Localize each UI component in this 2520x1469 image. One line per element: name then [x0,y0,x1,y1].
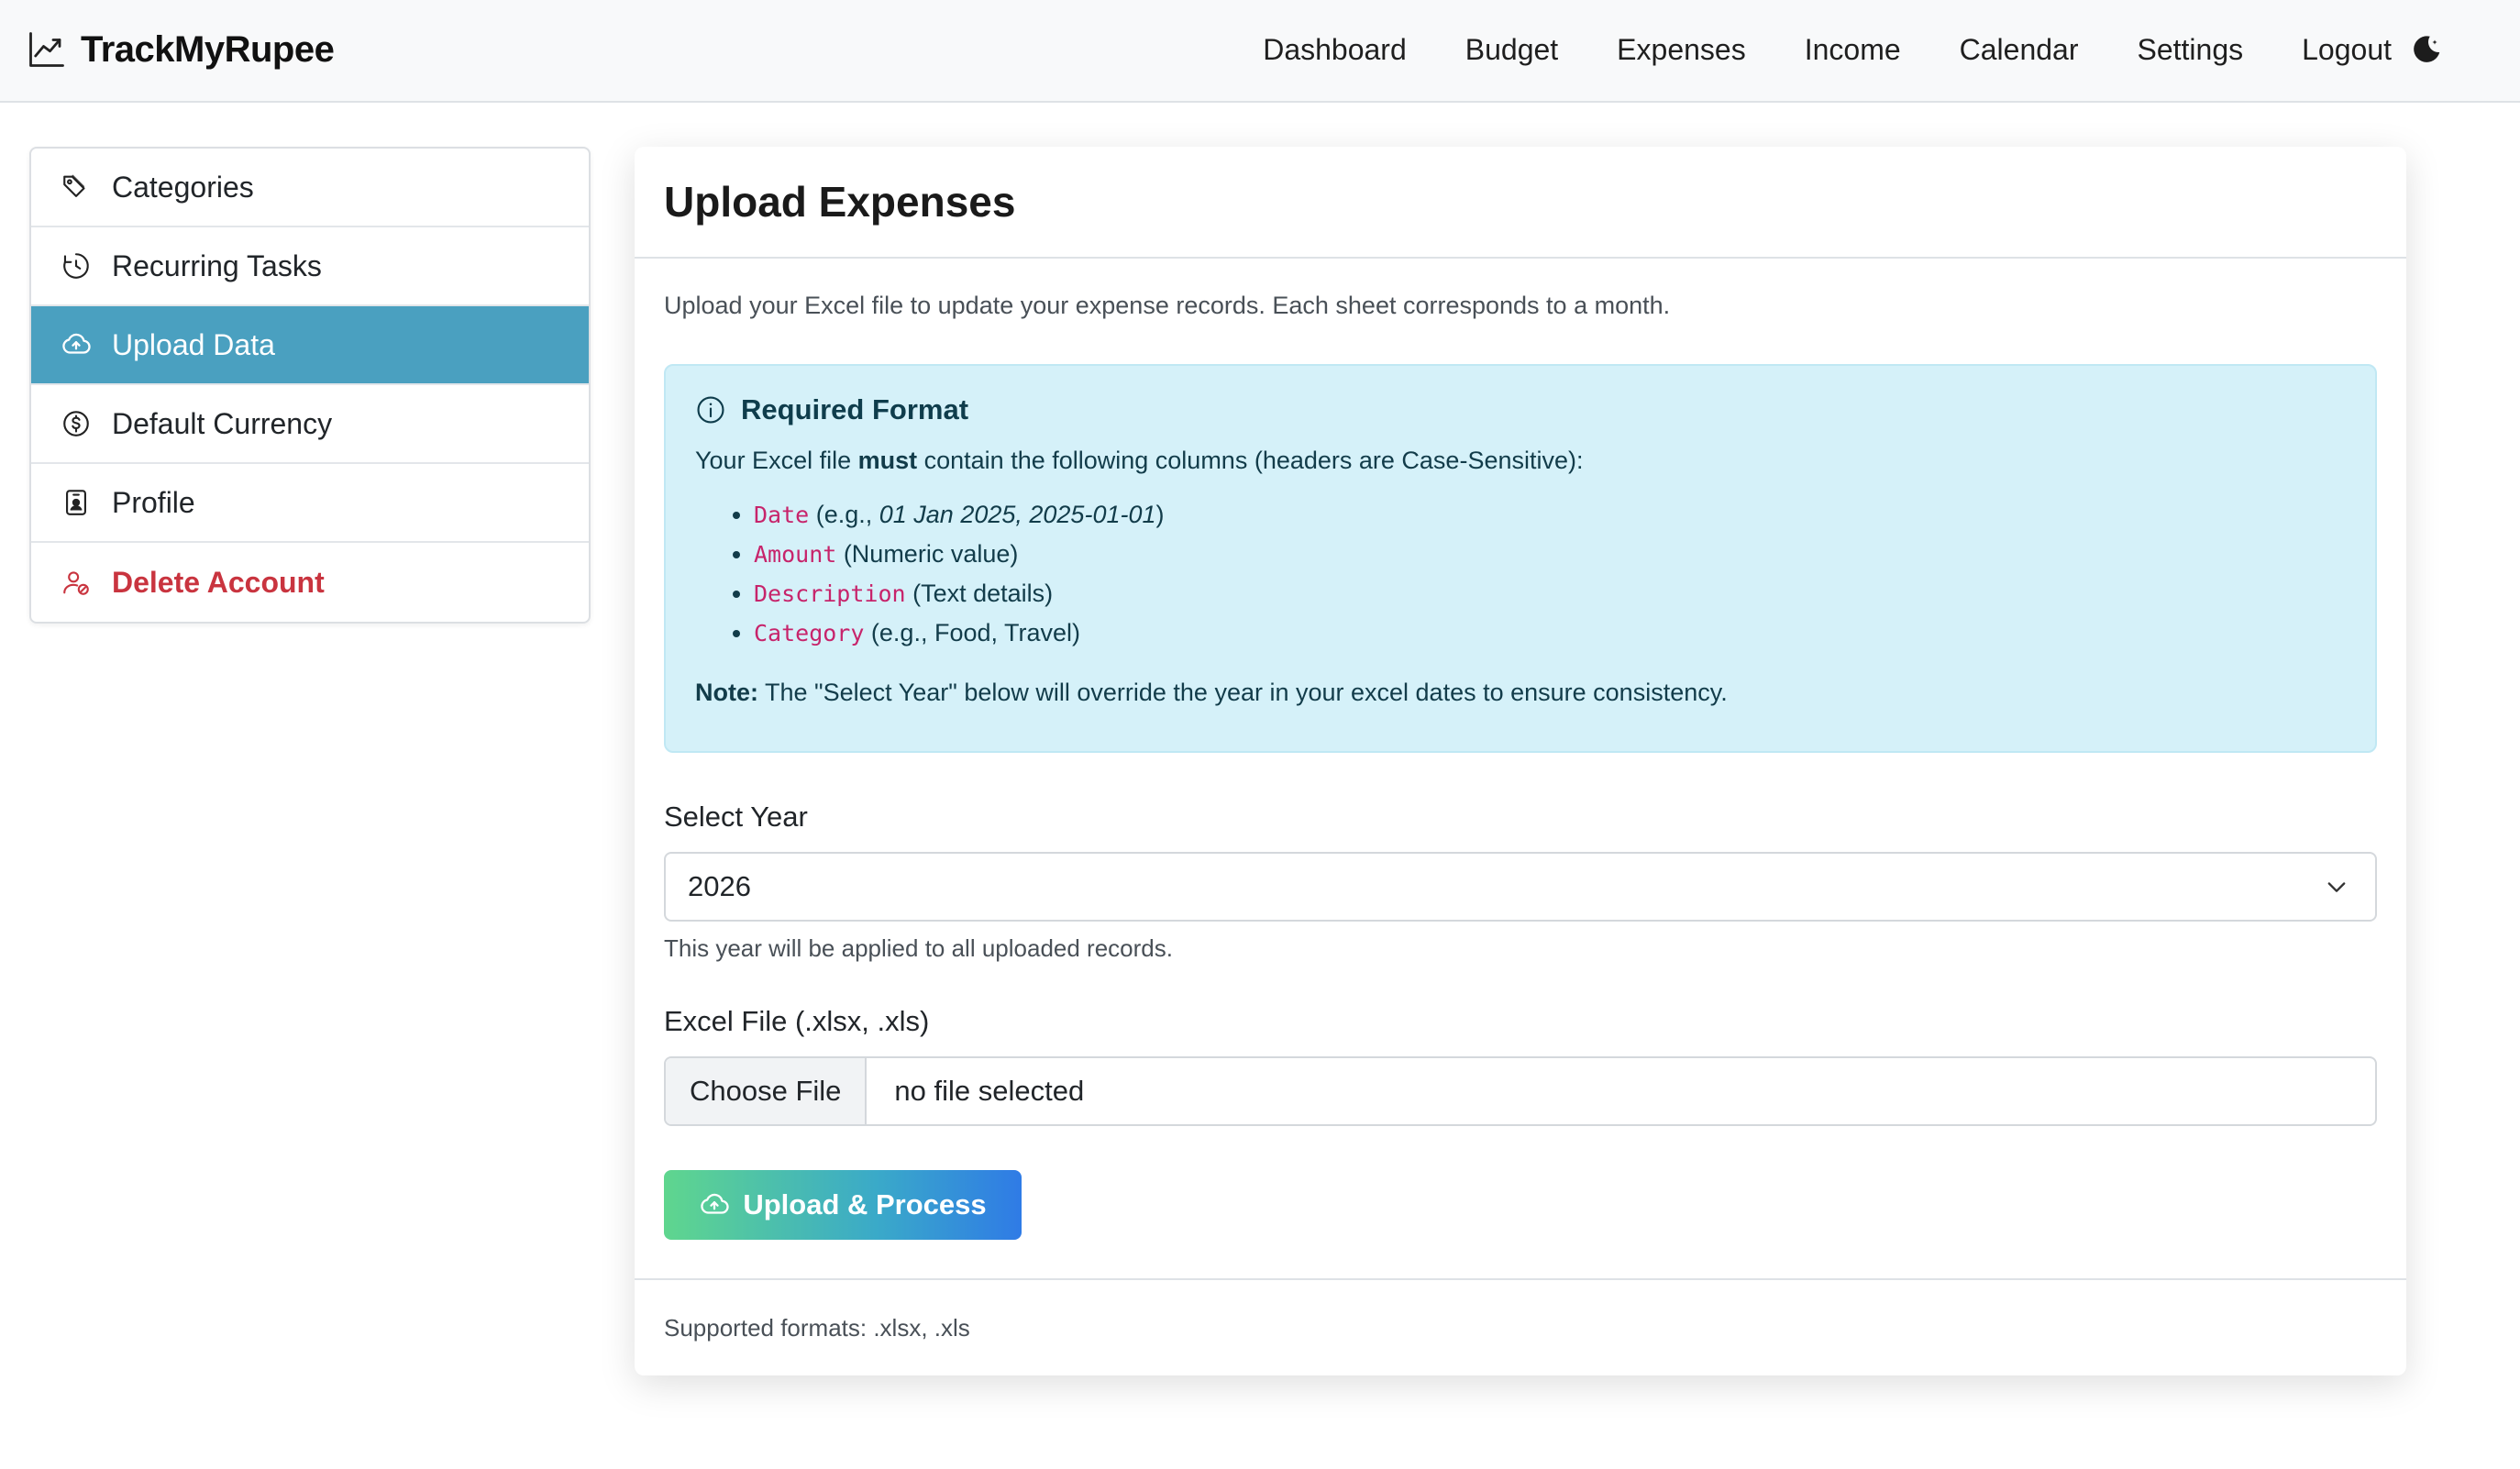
card-header: Upload Expenses [635,147,2406,259]
list-item: Amount (Numeric value) [754,535,2346,574]
sidebar-item-default-currency[interactable]: Default Currency [31,385,589,464]
sidebar-item-label: Delete Account [112,565,325,599]
choose-file-button[interactable]: Choose File [666,1058,868,1124]
person-remove-icon [63,571,89,595]
nav-settings[interactable]: Settings [2138,33,2244,67]
required-format-alert: Required Format Your Excel file must con… [664,364,2377,753]
sidebar-item-label: Categories [112,170,254,204]
card-footer: Supported formats: .xlsx, .xls [635,1278,2406,1375]
year-select-value: 2026 [688,870,751,902]
page-title: Upload Expenses [664,178,1016,226]
card-body: Upload your Excel file to update your ex… [635,292,2406,1240]
year-select[interactable]: 2026 [664,852,2377,922]
note-text: Note: The "Select Year" below will overr… [695,679,1728,706]
nav-links: Dashboard Budget Expenses Income Calenda… [1263,26,2392,73]
sidebar-item-categories[interactable]: Categories [31,149,589,227]
nav-calendar[interactable]: Calendar [1960,33,2079,67]
column-name: Category [754,620,865,646]
nav-logout[interactable]: Logout [2302,33,2392,67]
currency-icon [63,411,89,436]
alert-text: Your Excel file must contain the followi… [695,447,1584,474]
excel-file-input[interactable]: Choose File no file selected [664,1056,2377,1126]
sidebar-item-label: Profile [112,485,195,519]
top-navbar: TrackMyRupee Dashboard Budget Expenses I… [0,0,2520,103]
intro-text: Upload your Excel file to update your ex… [664,292,1671,319]
chevron-down-icon [2327,882,2346,892]
year-help-text: This year will be applied to all uploade… [664,934,1173,962]
brand-name: TrackMyRupee [81,28,335,70]
column-name: Description [754,580,906,607]
upload-process-button[interactable]: Upload & Process [664,1170,1022,1240]
file-status: no file selected [894,1075,1085,1107]
info-icon [697,396,724,424]
year-label: Select Year [664,801,808,833]
file-label: Excel File (.xlsx, .xls) [664,1005,930,1037]
sidebar-item-label: Upload Data [112,327,275,361]
column-name: Amount [754,541,837,568]
clock-icon [63,253,89,279]
sidebar-item-recurring-tasks[interactable]: Recurring Tasks [31,227,589,306]
list-item: Date (e.g., 01 Jan 2025, 2025-01-01) [754,495,2346,535]
list-item: Category (e.g., Food, Travel) [754,613,2346,653]
alert-title: Required Format [695,393,2346,426]
sidebar-item-label: Recurring Tasks [112,249,322,282]
sidebar-item-upload-data[interactable]: Upload Data [31,306,589,385]
nav-income[interactable]: Income [1805,33,1901,67]
theme-toggle-button[interactable] [2406,29,2447,70]
cloud-upload-icon [701,1193,729,1214]
sidebar-item-profile[interactable]: Profile [31,464,589,543]
nav-budget[interactable]: Budget [1465,33,1558,67]
cloud-upload-icon [62,333,91,354]
column-name: Date [754,502,810,528]
sidebar-item-label: Default Currency [112,406,333,440]
nav-dashboard[interactable]: Dashboard [1263,33,1407,67]
brand[interactable]: TrackMyRupee [28,22,335,77]
required-columns-list: Date (e.g., 01 Jan 2025, 2025-01-01) Amo… [695,495,2346,653]
person-badge-icon [66,490,86,515]
nav-expenses[interactable]: Expenses [1617,33,1746,67]
upload-card: Upload Expenses Upload your Excel file t… [635,147,2406,1375]
sidebar-item-delete-account[interactable]: Delete Account [31,543,589,622]
settings-sidebar: Categories Recurring Tasks Upload Data D… [29,147,591,624]
tag-icon [63,174,85,197]
upload-button-label: Upload & Process [743,1188,987,1220]
alert-title-text: Required Format [741,393,969,425]
moon-icon [2414,36,2440,62]
trend-chart-icon [29,32,64,67]
list-item: Description (Text details) [754,574,2346,613]
